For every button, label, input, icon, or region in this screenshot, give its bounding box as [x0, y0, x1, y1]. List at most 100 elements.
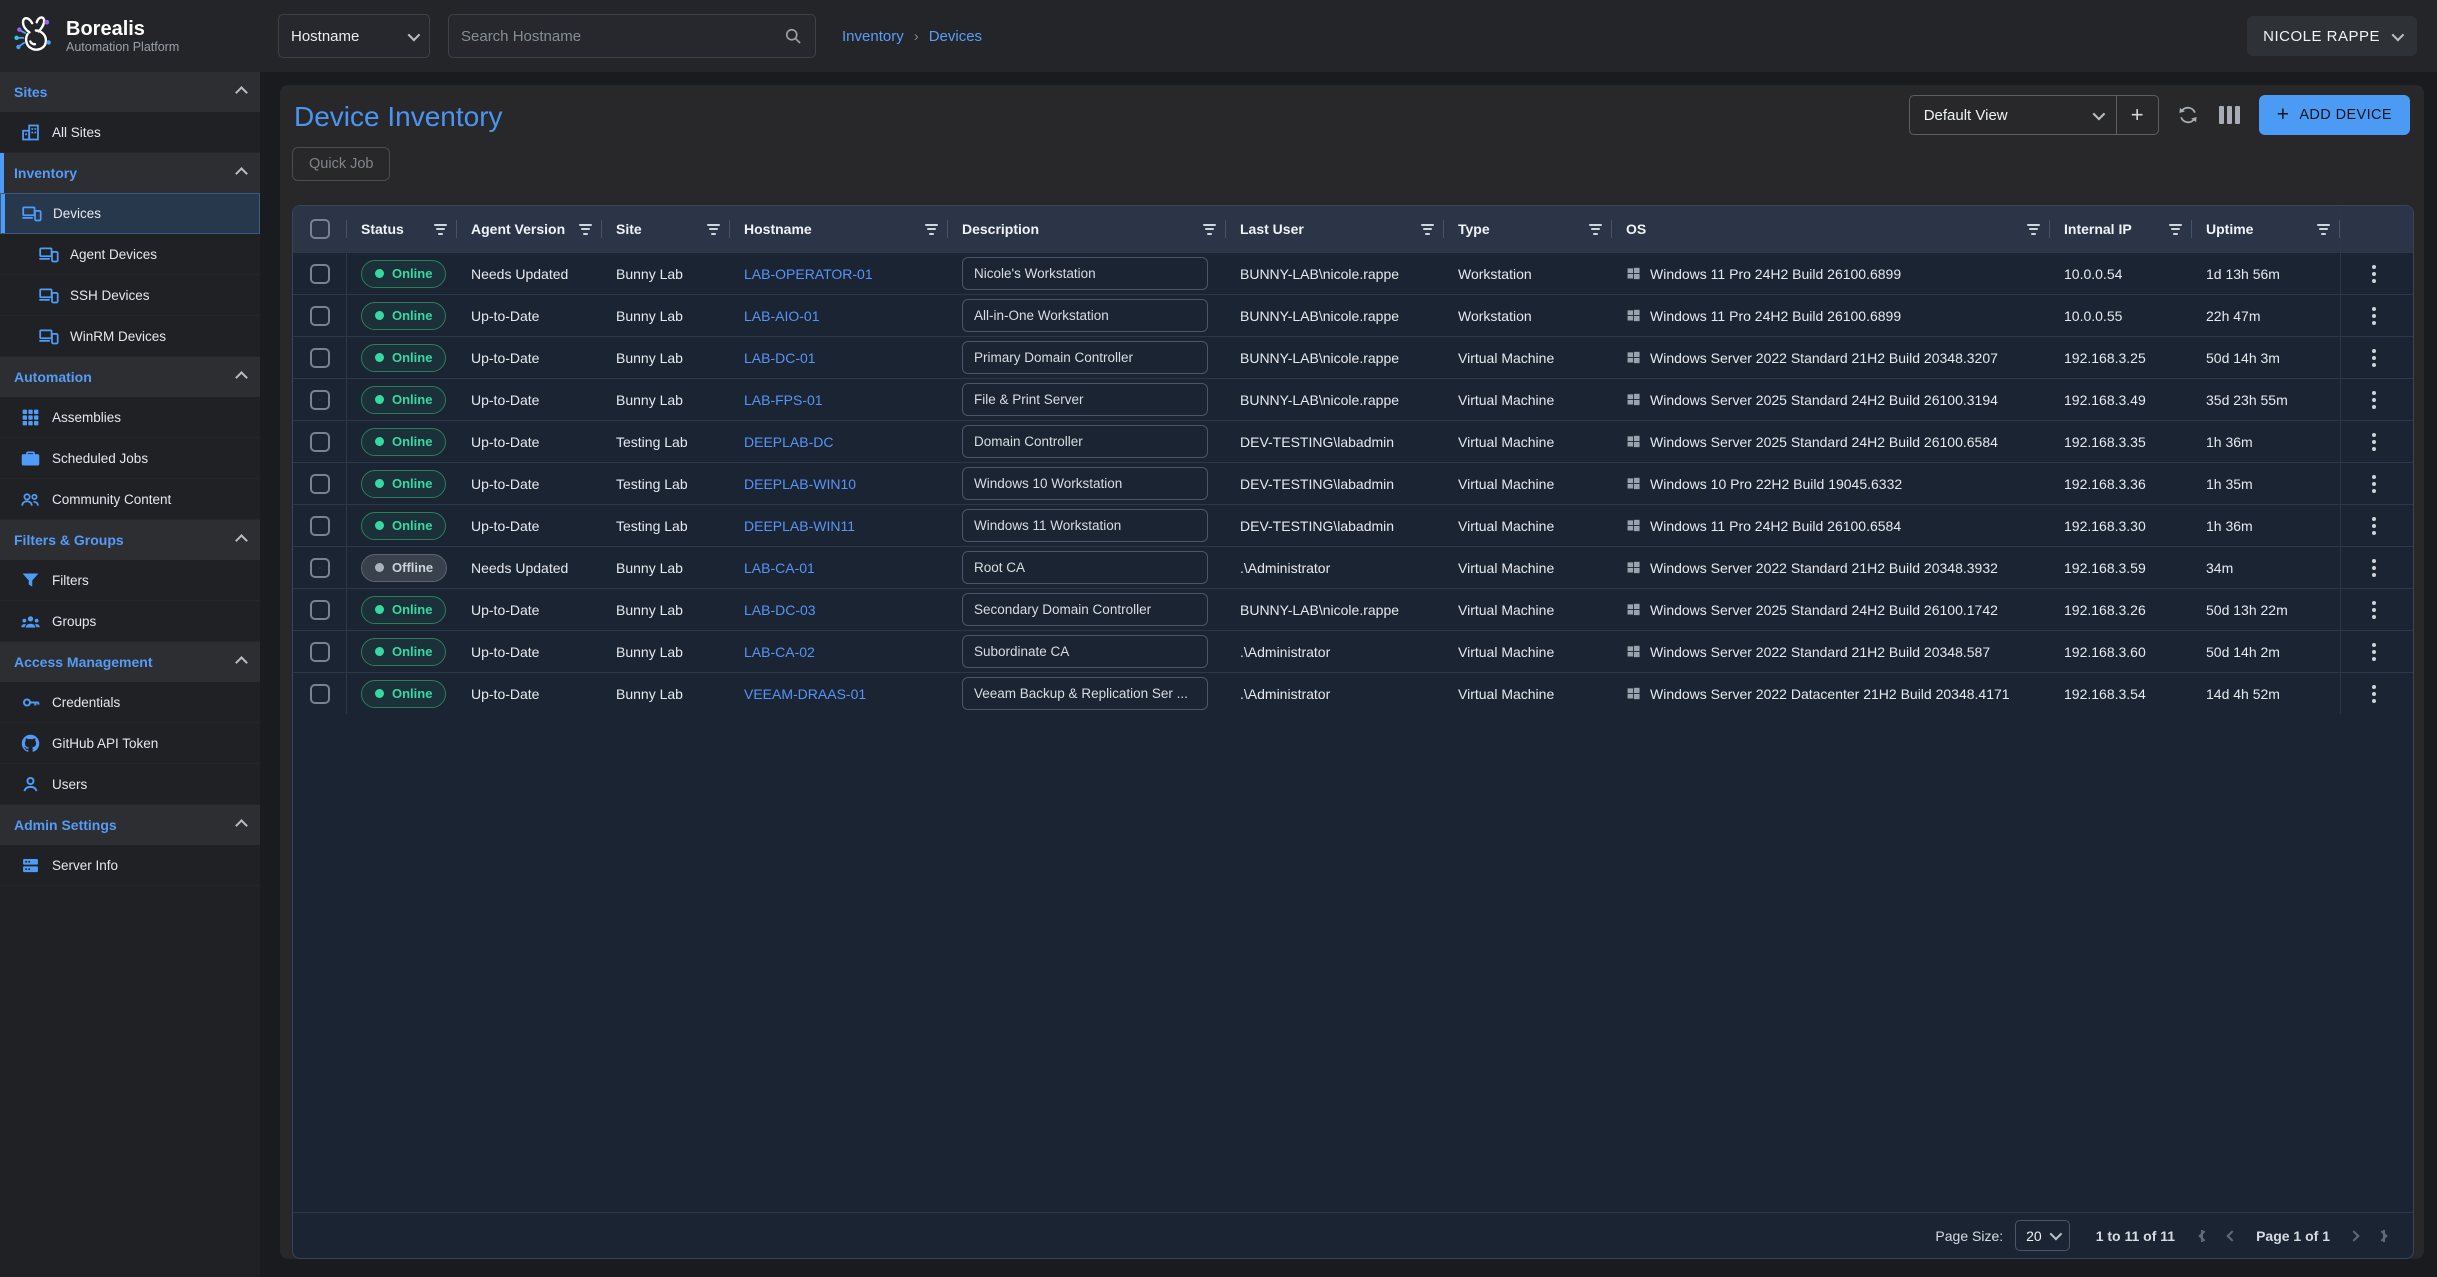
quick-job-button[interactable]: Quick Job: [292, 147, 390, 181]
search-field-selector-value: Hostname: [291, 28, 400, 45]
row-actions-kebab-icon[interactable]: [2364, 597, 2384, 623]
hostname-link[interactable]: LAB-CA-01: [744, 560, 815, 576]
breadcrumb-inventory[interactable]: Inventory: [842, 28, 904, 45]
row-actions-kebab-icon[interactable]: [2364, 555, 2384, 581]
column-filter-icon[interactable]: [697, 224, 720, 235]
search-field-selector[interactable]: Hostname: [278, 14, 430, 58]
sidebar-item-groups[interactable]: Groups: [0, 601, 260, 642]
row-checkbox[interactable]: [310, 516, 330, 536]
sidebar-item-ssh-devices[interactable]: SSH Devices: [0, 275, 260, 316]
hostname-link[interactable]: LAB-CA-02: [744, 644, 815, 660]
sidebar-section-sites[interactable]: Sites: [0, 72, 260, 112]
user-menu-button[interactable]: NICOLE RAPPE: [2247, 16, 2417, 56]
status-dot-icon: [375, 479, 384, 488]
sidebar-item-filters[interactable]: Filters: [0, 560, 260, 601]
description-box[interactable]: File & Print Server: [962, 383, 1208, 416]
column-filter-icon[interactable]: [424, 224, 447, 235]
sidebar-section-filters-groups[interactable]: Filters & Groups: [0, 520, 260, 560]
sidebar-item-assemblies[interactable]: Assemblies: [0, 397, 260, 438]
description-box[interactable]: Secondary Domain Controller: [962, 593, 1208, 626]
sidebar-item-agent-devices[interactable]: Agent Devices: [0, 234, 260, 275]
row-actions-kebab-icon[interactable]: [2364, 429, 2384, 455]
row-checkbox[interactable]: [310, 432, 330, 452]
description-box[interactable]: Nicole's Workstation: [962, 257, 1208, 290]
refresh-button[interactable]: [2175, 102, 2201, 128]
description-box[interactable]: Veeam Backup & Replication Ser ...: [962, 677, 1208, 710]
row-actions-kebab-icon[interactable]: [2364, 639, 2384, 665]
row-actions-kebab-icon[interactable]: [2364, 471, 2384, 497]
sidebar-item-users[interactable]: Users: [0, 764, 260, 805]
sidebar-section-admin-settings[interactable]: Admin Settings: [0, 805, 260, 845]
sidebar-item-github-api-token[interactable]: GitHub API Token: [0, 723, 260, 764]
row-checkbox[interactable]: [310, 348, 330, 368]
row-checkbox[interactable]: [310, 474, 330, 494]
hostname-link[interactable]: DEEPLAB-WIN11: [744, 518, 855, 534]
row-checkbox[interactable]: [310, 600, 330, 620]
row-checkbox[interactable]: [310, 306, 330, 326]
hostname-link[interactable]: DEEPLAB-WIN10: [744, 476, 856, 492]
hostname-link[interactable]: VEEAM-DRAAS-01: [744, 686, 866, 702]
column-filter-icon[interactable]: [1193, 224, 1216, 235]
last-page-button[interactable]: [2378, 1230, 2385, 1242]
sidebar-item-scheduled-jobs[interactable]: Scheduled Jobs: [0, 438, 260, 479]
hostname-link[interactable]: LAB-DC-03: [744, 602, 816, 618]
plus-icon: +: [2277, 103, 2290, 127]
add-device-button[interactable]: + ADD DEVICE: [2259, 95, 2410, 135]
select-all-checkbox[interactable]: [310, 219, 330, 239]
column-filter-icon[interactable]: [1579, 224, 1602, 235]
row-checkbox[interactable]: [310, 642, 330, 662]
search-icon[interactable]: [783, 26, 803, 46]
column-filter-icon[interactable]: [915, 224, 938, 235]
row-actions-kebab-icon[interactable]: [2364, 345, 2384, 371]
columns-button[interactable]: [2217, 102, 2243, 128]
row-checkbox[interactable]: [310, 390, 330, 410]
header-checkbox-cell: [293, 206, 347, 252]
column-filter-icon[interactable]: [2017, 224, 2040, 235]
hostname-link[interactable]: DEEPLAB-DC: [744, 434, 833, 450]
description-box[interactable]: Domain Controller: [962, 425, 1208, 458]
sidebar-item-winrm-devices[interactable]: WinRM Devices: [0, 316, 260, 357]
row-actions-kebab-icon[interactable]: [2364, 513, 2384, 539]
column-filter-icon[interactable]: [1411, 224, 1434, 235]
column-filter-icon[interactable]: [2307, 224, 2330, 235]
sidebar-section-access-management[interactable]: Access Management: [0, 642, 260, 682]
row-actions-kebab-icon[interactable]: [2364, 387, 2384, 413]
description-box[interactable]: Primary Domain Controller: [962, 341, 1208, 374]
sidebar-section-automation[interactable]: Automation: [0, 357, 260, 397]
sidebar-item-community-content[interactable]: Community Content: [0, 479, 260, 520]
status-dot-icon: [375, 395, 384, 404]
hostname-link[interactable]: LAB-FPS-01: [744, 392, 823, 408]
previous-page-button[interactable]: [2228, 1232, 2236, 1240]
row-actions-kebab-icon[interactable]: [2364, 261, 2384, 287]
cell-uptime: 1h 36m: [2192, 421, 2340, 462]
column-filter-icon[interactable]: [2159, 224, 2182, 235]
sidebar-item-server-info[interactable]: Server Info: [0, 845, 260, 886]
row-checkbox[interactable]: [310, 684, 330, 704]
user-icon: [20, 774, 41, 795]
next-page-button[interactable]: [2350, 1232, 2358, 1240]
hostname-link[interactable]: LAB-DC-01: [744, 350, 816, 366]
hostname-link[interactable]: LAB-AIO-01: [744, 308, 819, 324]
description-box[interactable]: Windows 11 Workstation: [962, 509, 1208, 542]
description-box[interactable]: Root CA: [962, 551, 1208, 584]
row-checkbox[interactable]: [310, 558, 330, 578]
description-box[interactable]: All-in-One Workstation: [962, 299, 1208, 332]
sidebar-section-inventory[interactable]: Inventory: [0, 153, 260, 193]
sidebar-item-all-sites[interactable]: All Sites: [0, 112, 260, 153]
description-box[interactable]: Subordinate CA: [962, 635, 1208, 668]
row-checkbox[interactable]: [310, 264, 330, 284]
sidebar-item-devices[interactable]: Devices: [0, 193, 260, 234]
view-selector[interactable]: Default View: [1910, 96, 2116, 134]
row-actions-kebab-icon[interactable]: [2364, 681, 2384, 707]
add-view-button[interactable]: +: [2116, 96, 2158, 134]
sidebar-item-credentials[interactable]: Credentials: [0, 682, 260, 723]
search-input[interactable]: [461, 28, 783, 45]
hostname-link[interactable]: LAB-OPERATOR-01: [744, 266, 873, 282]
row-actions-kebab-icon[interactable]: [2364, 303, 2384, 329]
column-filter-icon[interactable]: [569, 224, 592, 235]
column-label: Status: [361, 221, 404, 237]
description-box[interactable]: Windows 10 Workstation: [962, 467, 1208, 500]
breadcrumb-devices[interactable]: Devices: [929, 28, 982, 45]
page-size-selector[interactable]: 20: [2015, 1220, 2070, 1251]
first-page-button[interactable]: [2201, 1230, 2208, 1242]
